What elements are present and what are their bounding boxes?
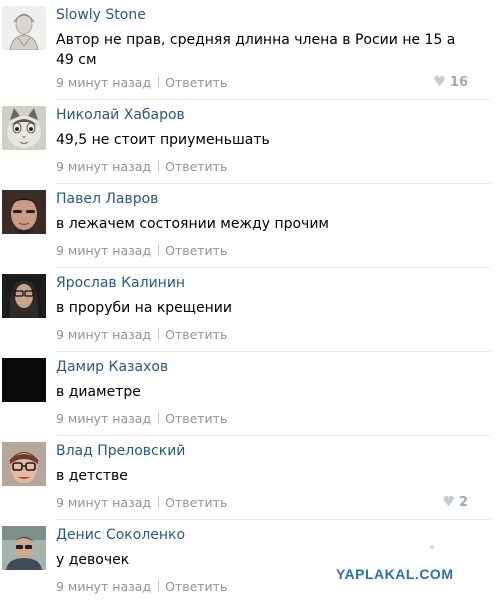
comment-meta: 9 минут назад Ответить bbox=[56, 411, 227, 426]
author-avatar[interactable] bbox=[2, 274, 46, 318]
author-name[interactable]: Slowly Stone bbox=[56, 7, 146, 23]
author-name[interactable]: Николай Хабаров bbox=[56, 107, 185, 123]
comment-meta: 9 минут назад Ответить bbox=[56, 243, 227, 258]
comment-time[interactable]: 9 минут назад bbox=[56, 159, 151, 174]
comment-feed: Slowly Stone Автор не прав, средняя длин… bbox=[0, 0, 498, 604]
comment-text: в диаметре bbox=[56, 384, 141, 400]
comment-item: Павел Лавров в лежачем состоянии между п… bbox=[0, 184, 490, 268]
author-avatar[interactable] bbox=[2, 6, 46, 50]
author-avatar[interactable] bbox=[2, 106, 46, 150]
comment-text: в лежачем состоянии между прочим bbox=[56, 216, 329, 232]
comment-item: Ярослав Калинин в проруби на крещении 9 … bbox=[0, 268, 490, 352]
author-avatar[interactable] bbox=[2, 526, 46, 570]
meta-separator bbox=[158, 496, 160, 508]
like-count: 2 bbox=[458, 495, 468, 510]
meta-separator bbox=[158, 160, 160, 172]
reply-link[interactable]: Ответить bbox=[165, 327, 227, 342]
comment-text: в проруби на крещении bbox=[56, 300, 232, 316]
heart-icon: ♥ bbox=[433, 74, 446, 90]
reply-link[interactable]: Ответить bbox=[165, 579, 227, 594]
comment-meta: 9 минут назад Ответить bbox=[56, 75, 227, 90]
author-avatar[interactable] bbox=[2, 190, 46, 234]
author-avatar[interactable] bbox=[2, 442, 46, 486]
like-count: 16 bbox=[449, 75, 468, 90]
meta-separator bbox=[158, 244, 160, 256]
comment-time[interactable]: 9 минут назад bbox=[56, 327, 151, 342]
author-avatar[interactable] bbox=[2, 358, 46, 402]
watermark-icon: ✦ bbox=[428, 543, 437, 554]
comment-meta: 9 минут назад Ответить bbox=[56, 327, 227, 342]
comment-time[interactable]: 9 минут назад bbox=[56, 75, 151, 90]
comment-item: Влад Преловский в детстве 9 минут назад О… bbox=[0, 436, 490, 520]
author-name[interactable]: Павел Лавров bbox=[56, 191, 158, 207]
avatar-glasses-icon bbox=[2, 442, 46, 486]
author-name[interactable]: Влад Преловский bbox=[56, 443, 185, 459]
comment-item: Дамир Казахов в диаметре 9 минут назад От… bbox=[0, 352, 490, 436]
comment-time[interactable]: 9 минут назад bbox=[56, 243, 151, 258]
comment-text: 49,5 не стоит приуменьшать bbox=[56, 132, 270, 148]
meta-separator bbox=[158, 580, 160, 592]
comment-time[interactable]: 9 минут назад bbox=[56, 495, 151, 510]
heart-icon: ♥ bbox=[442, 494, 455, 510]
avatar-photo-icon bbox=[2, 526, 46, 570]
reply-link[interactable]: Ответить bbox=[165, 243, 227, 258]
meta-separator bbox=[158, 412, 160, 424]
comment-text: Автор не прав, средняя длинна члена в Ро… bbox=[56, 32, 456, 68]
meta-separator bbox=[158, 76, 160, 88]
reply-link[interactable]: Ответить bbox=[165, 495, 227, 510]
author-name[interactable]: Ярослав Калинин bbox=[56, 275, 185, 291]
comment-item: Slowly Stone Автор не прав, средняя длин… bbox=[0, 0, 490, 100]
avatar-cat-icon bbox=[2, 106, 46, 150]
avatar-black-icon bbox=[2, 358, 46, 402]
avatar-bearded-man-icon bbox=[2, 274, 46, 318]
meta-separator bbox=[158, 328, 160, 340]
like-button[interactable]: ♥ 16 bbox=[433, 74, 468, 90]
like-button[interactable]: ♥ 2 bbox=[442, 494, 468, 510]
comment-time[interactable]: 9 минут назад bbox=[56, 411, 151, 426]
comment-item: Николай Хабаров 49,5 не стоит приуменьша… bbox=[0, 100, 490, 184]
comment-meta: 9 минут назад Ответить bbox=[56, 579, 227, 594]
reply-link[interactable]: Ответить bbox=[165, 159, 227, 174]
reply-link[interactable]: Ответить bbox=[165, 411, 227, 426]
avatar-sketch-icon bbox=[2, 6, 46, 50]
watermark-logo: YAPLAKAL.COM bbox=[336, 566, 454, 582]
comment-meta: 9 минут назад Ответить bbox=[56, 495, 227, 510]
comment-meta: 9 минут назад Ответить bbox=[56, 159, 227, 174]
author-name[interactable]: Денис Соколенко bbox=[56, 527, 185, 543]
comment-time[interactable]: 9 минут назад bbox=[56, 579, 151, 594]
avatar-face-dark-icon bbox=[2, 190, 46, 234]
comment-item: Денис Соколенко у девочек 9 минут назад О… bbox=[0, 520, 490, 604]
author-name[interactable]: Дамир Казахов bbox=[56, 359, 168, 375]
comment-text: в детстве bbox=[56, 468, 128, 484]
reply-link[interactable]: Ответить bbox=[165, 75, 227, 90]
